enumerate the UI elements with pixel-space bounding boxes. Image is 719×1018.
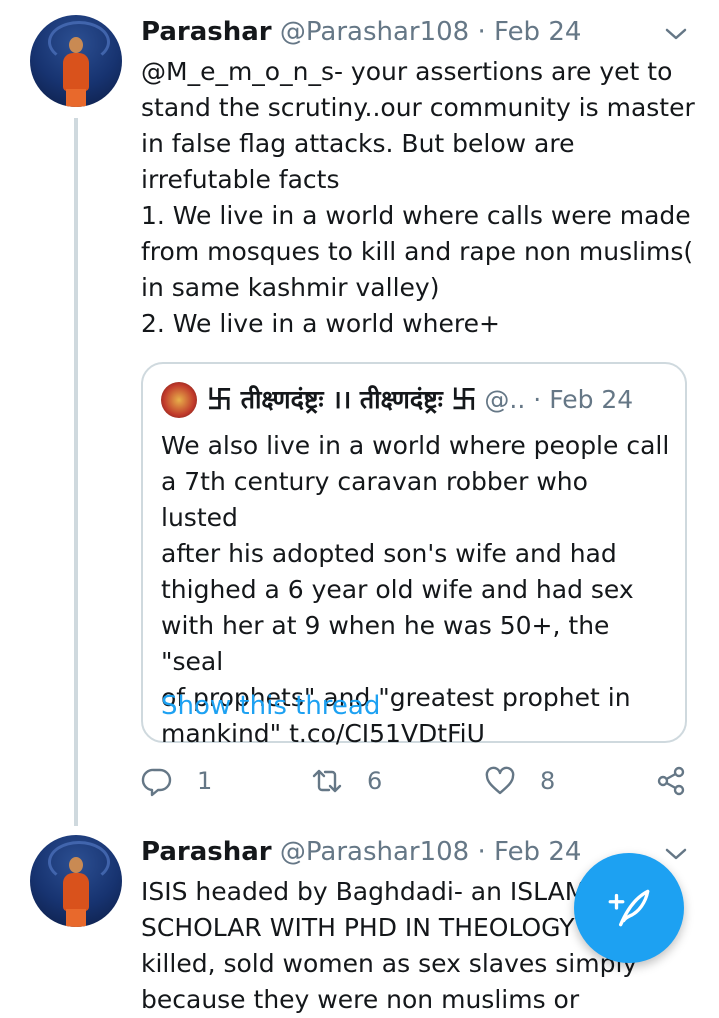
like-icon [484, 765, 516, 797]
tweet-date[interactable]: Feb 24 [494, 17, 581, 47]
share-button[interactable] [655, 760, 687, 802]
reply-count: 1 [197, 767, 213, 795]
tweet-text: @M_e_m_o_n_s- your assertions are yet to… [141, 57, 695, 338]
retweet-count: 6 [367, 767, 383, 795]
author-handle[interactable]: @Parashar108 [280, 17, 469, 47]
tweet-header: Parashar @Parashar108 · Feb 24 [141, 15, 581, 49]
quoted-tweet[interactable]: 卐 तीक्ष्णदंष्ट्रः ।। तीक्ष्णदंष्ट्रः 卐 @… [141, 362, 687, 748]
quoted-author-handle: @.. [484, 385, 526, 414]
compose-icon [604, 883, 654, 933]
quoted-author-name: 卐 तीक्ष्णदंष्ट्रः ।। तीक्ष्णदंष्ट्रः 卐 [207, 385, 477, 414]
reply-icon [141, 765, 173, 797]
chevron-down-icon[interactable] [664, 842, 688, 866]
separator-dot: · [477, 837, 486, 867]
quoted-date: Feb 24 [549, 385, 634, 414]
author-name[interactable]: Parashar [141, 837, 272, 867]
thread-line [74, 118, 78, 826]
tweet-actions: 1 6 8 [141, 760, 701, 802]
author-handle[interactable]: @Parashar108 [280, 837, 469, 867]
tweet-1[interactable]: Parashar @Parashar108 · Feb 24 @M_e_m_o_… [0, 0, 719, 830]
tweet-date[interactable]: Feb 24 [494, 837, 581, 867]
avatar[interactable] [30, 835, 122, 927]
show-thread-link[interactable]: Show this thread [161, 688, 380, 724]
like-button[interactable]: 8 [484, 760, 555, 802]
compose-button[interactable] [574, 853, 684, 963]
reply-button[interactable]: 1 [141, 760, 212, 802]
separator-dot: · [533, 385, 542, 414]
chevron-down-icon[interactable] [664, 22, 688, 46]
separator-dot: · [477, 17, 486, 47]
retweet-button[interactable]: 6 [311, 760, 382, 802]
tweet-header: Parashar @Parashar108 · Feb 24 [141, 835, 581, 869]
retweet-icon [311, 765, 343, 797]
avatar[interactable] [30, 15, 122, 107]
quoted-avatar [161, 382, 197, 418]
share-icon [655, 765, 687, 797]
quoted-header: 卐 तीक्ष्णदंष्ट्रः ।। तीक्ष्णदंष्ट्रः 卐 @… [207, 382, 669, 418]
author-name[interactable]: Parashar [141, 17, 272, 47]
like-count: 8 [540, 767, 556, 795]
